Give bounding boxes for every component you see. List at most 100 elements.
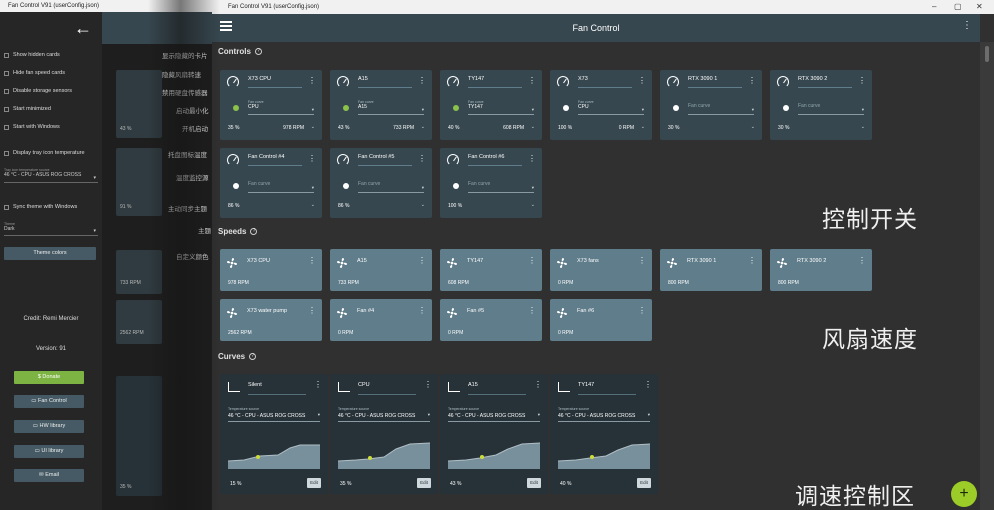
temp-source-select[interactable]: 46 °C - CPU - ASUS ROG CROSS bbox=[338, 413, 415, 419]
chevron-down-icon[interactable]: ⌄ bbox=[531, 202, 535, 208]
kebab-icon[interactable]: ⋮ bbox=[528, 306, 536, 315]
chevron-down-icon[interactable]: ⌄ bbox=[421, 202, 425, 208]
fan-control-link-button[interactable]: ▭ Fan Control bbox=[14, 395, 84, 408]
chevron-down-icon[interactable]: ⌄ bbox=[751, 124, 755, 130]
curve-select[interactable]: Fan curve CPU ▾ bbox=[248, 100, 314, 115]
curve-select[interactable]: Fan curve TY147 ▾ bbox=[468, 100, 534, 115]
curve-select[interactable]: Fan curve ▾ bbox=[688, 100, 754, 115]
theme-select[interactable]: Theme Dark ▾ bbox=[4, 222, 98, 236]
add-button[interactable]: + bbox=[951, 481, 977, 507]
kebab-icon[interactable]: ⋮ bbox=[308, 76, 316, 85]
kebab-icon[interactable]: ⋮ bbox=[748, 76, 756, 85]
kebab-icon[interactable]: ⋮ bbox=[528, 76, 536, 85]
hw-library-button[interactable]: ▭ HW library bbox=[14, 420, 84, 433]
kebab-icon[interactable]: ⋮ bbox=[308, 154, 316, 163]
curve-select[interactable]: Fan curve ▾ bbox=[358, 178, 424, 193]
scrollbar-thumb[interactable] bbox=[985, 46, 989, 62]
kebab-icon[interactable]: ⋮ bbox=[528, 154, 536, 163]
curve-select[interactable]: Fan curve ▾ bbox=[248, 178, 314, 193]
curve-name[interactable]: TY147 bbox=[578, 382, 594, 388]
kebab-icon[interactable]: ⋮ bbox=[528, 256, 536, 265]
toggle-switch[interactable] bbox=[563, 105, 569, 111]
kebab-icon[interactable]: ⋮ bbox=[314, 380, 322, 389]
kebab-icon[interactable]: ⋮ bbox=[858, 256, 866, 265]
kebab-icon[interactable]: ⋮ bbox=[418, 154, 426, 163]
kebab-icon[interactable]: ⋮ bbox=[424, 380, 432, 389]
kebab-icon[interactable]: ⋮ bbox=[962, 20, 972, 31]
chevron-down-icon[interactable]: ⌄ bbox=[861, 124, 865, 130]
edit-curve-button[interactable]: Edit bbox=[637, 478, 651, 488]
toggle-switch[interactable] bbox=[343, 105, 349, 111]
control-name[interactable]: Fan Control #5 bbox=[358, 154, 394, 160]
minimize-button[interactable]: – bbox=[932, 0, 936, 14]
kebab-icon[interactable]: ⋮ bbox=[418, 76, 426, 85]
chevron-down-icon[interactable]: ⌄ bbox=[311, 202, 315, 208]
kebab-icon[interactable]: ⋮ bbox=[308, 256, 316, 265]
settings-option[interactable]: Start with Windows bbox=[4, 124, 60, 130]
curve-select[interactable]: Fan curve CPU ▾ bbox=[578, 100, 644, 115]
temp-source-select[interactable]: 46 °C - CPU - ASUS ROG CROSS bbox=[448, 413, 525, 419]
control-name[interactable]: Fan Control #6 bbox=[468, 154, 504, 160]
toggle-switch[interactable] bbox=[673, 105, 679, 111]
settings-option[interactable]: Display tray icon temperature bbox=[4, 150, 85, 156]
curve-select[interactable]: Fan curve A15 ▾ bbox=[358, 100, 424, 115]
curve-name[interactable]: CPU bbox=[358, 382, 370, 388]
toggle-switch[interactable] bbox=[343, 183, 349, 189]
settings-option[interactable]: Start minimized bbox=[4, 106, 51, 112]
checkbox[interactable] bbox=[4, 204, 9, 210]
kebab-icon[interactable]: ⋮ bbox=[748, 256, 756, 265]
checkbox[interactable] bbox=[4, 70, 9, 76]
close-button[interactable]: ✕ bbox=[976, 0, 983, 14]
temp-source-select[interactable]: 46 °C - CPU - ASUS ROG CROSS bbox=[228, 413, 305, 419]
chevron-down-icon[interactable]: ⌄ bbox=[421, 124, 425, 130]
toggle-switch[interactable] bbox=[453, 105, 459, 111]
help-icon[interactable]: ? bbox=[254, 48, 262, 55]
chevron-down-icon[interactable]: ⌄ bbox=[531, 124, 535, 130]
chevron-down-icon[interactable]: ⌄ bbox=[641, 124, 645, 130]
kebab-icon[interactable]: ⋮ bbox=[638, 76, 646, 85]
settings-option[interactable]: Disable storage sensors bbox=[4, 88, 72, 94]
toggle-switch[interactable] bbox=[453, 183, 459, 189]
curve-name[interactable]: Silent bbox=[248, 382, 262, 388]
tray-source-select[interactable]: Tray icon temperature source 46 °C - CPU… bbox=[4, 168, 98, 183]
kebab-icon[interactable]: ⋮ bbox=[644, 380, 652, 389]
email-button[interactable]: ✉ Email bbox=[14, 469, 84, 482]
curve-select[interactable]: Fan curve ▾ bbox=[798, 100, 864, 115]
donate-button[interactable]: $ Donate bbox=[14, 371, 84, 384]
settings-option[interactable]: Sync theme with Windows bbox=[4, 204, 77, 210]
checkbox[interactable] bbox=[4, 52, 9, 58]
settings-option[interactable]: Show hidden cards bbox=[4, 52, 60, 58]
control-name[interactable]: Fan Control #4 bbox=[248, 154, 284, 160]
kebab-icon[interactable]: ⋮ bbox=[858, 76, 866, 85]
maximize-button[interactable]: ▢ bbox=[954, 0, 962, 14]
kebab-icon[interactable]: ⋮ bbox=[638, 256, 646, 265]
control-name[interactable]: A15 bbox=[358, 76, 368, 82]
ui-library-button[interactable]: ▭ UI library bbox=[14, 445, 84, 458]
theme-colors-button[interactable]: Theme colors bbox=[4, 247, 96, 260]
toggle-switch[interactable] bbox=[783, 105, 789, 111]
control-name[interactable]: X73 bbox=[578, 76, 588, 82]
kebab-icon[interactable]: ⋮ bbox=[308, 306, 316, 315]
temp-source-select[interactable]: 46 °C - CPU - ASUS ROG CROSS bbox=[558, 413, 635, 419]
help-icon[interactable]: ? bbox=[249, 353, 257, 360]
checkbox[interactable] bbox=[4, 88, 9, 94]
edit-curve-button[interactable]: Edit bbox=[417, 478, 431, 488]
checkbox[interactable] bbox=[4, 106, 9, 112]
kebab-icon[interactable]: ⋮ bbox=[638, 306, 646, 315]
curve-select[interactable]: Fan curve ▾ bbox=[468, 178, 534, 193]
checkbox[interactable] bbox=[4, 150, 9, 156]
control-name[interactable]: RTX 3090 1 bbox=[688, 76, 717, 82]
checkbox[interactable] bbox=[4, 124, 9, 130]
edit-curve-button[interactable]: Edit bbox=[307, 478, 321, 488]
settings-option[interactable]: Hide fan speed cards bbox=[4, 70, 65, 76]
control-name[interactable]: RTX 3090 2 bbox=[798, 76, 827, 82]
chevron-down-icon[interactable]: ⌄ bbox=[311, 124, 315, 130]
control-name[interactable]: TY147 bbox=[468, 76, 484, 82]
toggle-switch[interactable] bbox=[233, 183, 239, 189]
toggle-switch[interactable] bbox=[233, 105, 239, 111]
edit-curve-button[interactable]: Edit bbox=[527, 478, 541, 488]
kebab-icon[interactable]: ⋮ bbox=[418, 306, 426, 315]
scrollbar[interactable] bbox=[980, 42, 994, 510]
curve-name[interactable]: A15 bbox=[468, 382, 478, 388]
kebab-icon[interactable]: ⋮ bbox=[534, 380, 542, 389]
